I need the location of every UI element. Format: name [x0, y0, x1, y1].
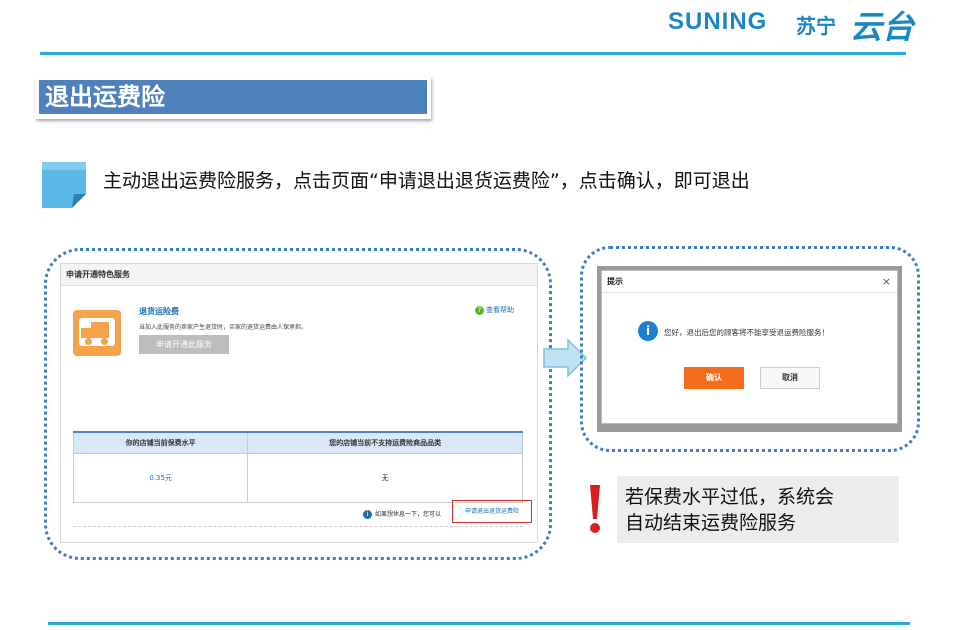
premium-table: 你的店铺当前保费水平 您的店铺当前不支持运费险商品品类 0.35元 无	[72, 431, 523, 503]
warning-line-2: 自动结束运费险服务	[625, 512, 797, 534]
dialog-body: 提示 × i 您好，退出后您的顾客将不能享受退运费险服务！ 确认 取消	[601, 270, 898, 424]
truck-icon	[73, 310, 121, 356]
panel-divider	[73, 526, 523, 528]
service-description: 当加入此服务的卖家产生退货时，买家的退货运费由人保承担。	[139, 324, 308, 331]
category-value: 无	[247, 453, 523, 503]
sticky-note-icon	[42, 162, 86, 208]
help-label: 查看帮助	[486, 306, 514, 314]
dialog-message: 您好，退出后您的顾客将不能享受退运费险服务！	[664, 328, 829, 337]
instruction-text: 主动退出运费险服务，点击页面“申请退出退货运费险”，点击确认，即可退出	[103, 170, 750, 192]
slide-title-box: 退出运费险	[35, 77, 431, 119]
service-name[interactable]: 退货运险费	[139, 306, 179, 317]
panel-header: 申请开通特色服务	[61, 264, 537, 286]
exit-note: i 如果想休息一下，您可以	[363, 509, 441, 519]
bottom-divider	[48, 622, 910, 625]
table-header-category: 您的店铺当前不支持运费险商品品类	[247, 431, 523, 454]
open-service-button[interactable]: 申请开通此服务	[139, 335, 229, 354]
exclamation-icon	[590, 485, 600, 533]
cancel-button[interactable]: 取消	[760, 367, 820, 389]
exit-note-text: 如果想休息一下，您可以	[375, 511, 442, 518]
info-icon: i	[363, 510, 372, 519]
service-panel: 申请开通特色服务 退货运险费 当加入此服务的卖家产生退货时，买家的退货运费由人保…	[60, 263, 538, 543]
info-icon: i	[638, 321, 658, 341]
warning-text: 若保费水平过低，系统会 自动结束运费险服务	[625, 484, 834, 536]
table-header-premium: 你的店铺当前保费水平	[72, 431, 249, 454]
suning-logo-text: SUNING	[668, 8, 768, 35]
slide-title: 退出运费险	[39, 80, 427, 114]
warning-box: 若保费水平过低，系统会 自动结束运费险服务	[617, 476, 899, 543]
yuntai-logo: 云台	[850, 8, 915, 46]
apply-exit-link[interactable]: 申请退出退货运费险	[452, 500, 532, 523]
confirm-button[interactable]: 确认	[684, 367, 744, 389]
confirm-dialog: 提示 × i 您好，退出后您的顾客将不能享受退运费险服务！ 确认 取消	[597, 266, 902, 432]
premium-value: 0.35元	[72, 453, 249, 503]
suning-logo-cn: 苏宁	[796, 14, 836, 38]
top-divider	[40, 52, 906, 55]
warning-line-1: 若保费水平过低，系统会	[625, 486, 835, 508]
help-link[interactable]: ? 查看帮助	[475, 305, 514, 315]
dialog-title: 提示	[602, 271, 897, 293]
help-icon: ?	[475, 306, 484, 315]
table-row: 0.35元 无	[72, 453, 523, 503]
close-icon[interactable]: ×	[882, 275, 891, 288]
